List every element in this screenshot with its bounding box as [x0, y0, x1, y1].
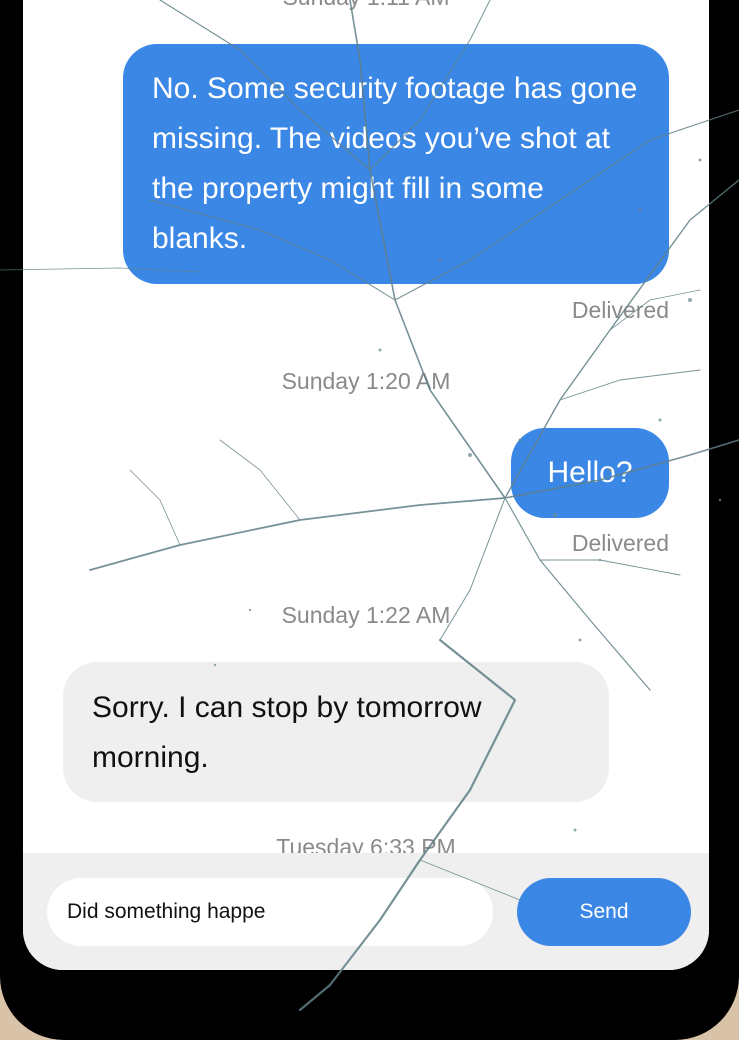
composer-bar: Send	[23, 853, 709, 970]
message-text: Hello?	[547, 456, 633, 489]
outgoing-message-bubble: Hello?	[511, 428, 669, 518]
chat-screen: Sunday 1:11 AM No. Some security footage…	[23, 0, 709, 970]
message-list[interactable]: Sunday 1:11 AM No. Some security footage…	[23, 0, 709, 853]
message-text: No. Some security footage has gone missi…	[152, 72, 638, 255]
message-text: Sorry. I can stop by tomorrow morning.	[92, 691, 482, 774]
timestamp: Sunday 1:11 AM	[23, 0, 709, 11]
send-button[interactable]: Send	[517, 878, 691, 946]
outgoing-message-bubble: No. Some security footage has gone missi…	[123, 44, 669, 284]
timestamp: Tuesday 6:33 PM	[276, 834, 456, 853]
timestamp: Sunday 1:20 AM	[281, 368, 451, 394]
timestamp: Sunday 1:22 AM	[281, 602, 451, 628]
delivery-status: Delivered	[571, 297, 669, 323]
delivery-status: Delivered	[571, 530, 669, 556]
phone-frame: Sunday 1:11 AM No. Some security footage…	[0, 0, 739, 1040]
message-input[interactable]	[47, 878, 493, 946]
incoming-message-bubble: Sorry. I can stop by tomorrow morning.	[63, 662, 609, 802]
